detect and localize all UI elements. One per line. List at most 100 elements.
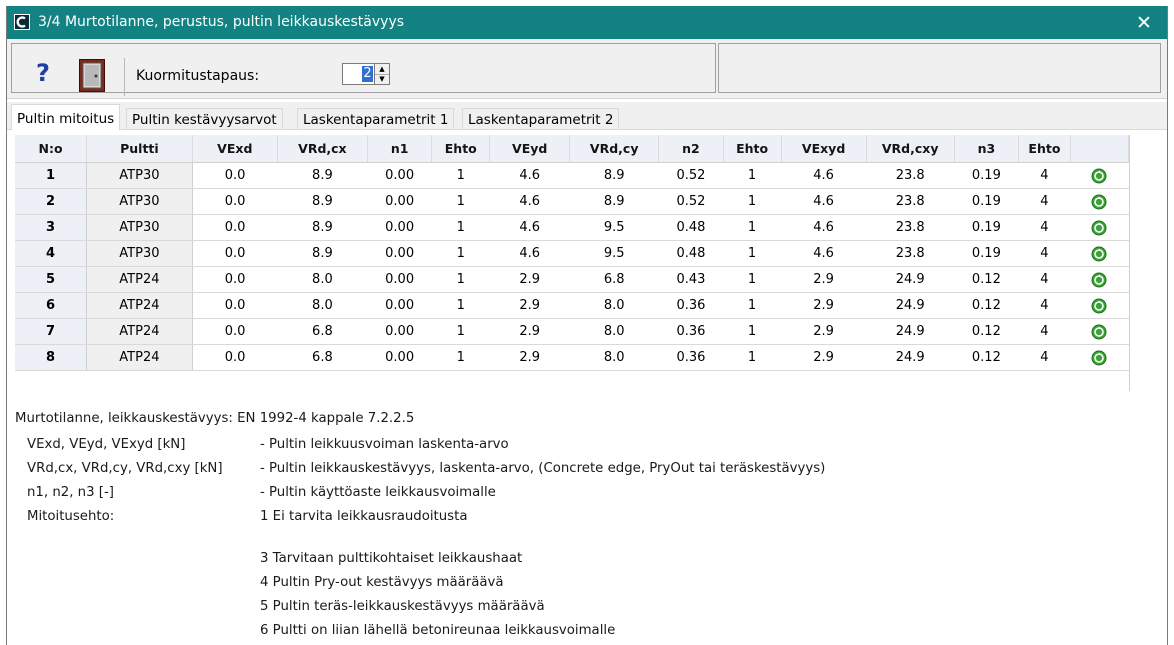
spin-down-icon[interactable]: ▼ bbox=[375, 74, 389, 84]
row-number-cell[interactable]: 7 bbox=[15, 318, 88, 345]
grid-cell[interactable]: 6.8 bbox=[277, 318, 368, 345]
bolt-type-cell[interactable]: ATP24 bbox=[86, 344, 193, 371]
grid-header-cell[interactable]: n3 bbox=[954, 135, 1020, 163]
title-bar[interactable]: 3/4 Murtotilanne, perustus, pultin leikk… bbox=[7, 6, 1167, 39]
grid-cell[interactable]: 24.9 bbox=[866, 318, 955, 345]
grid-cell[interactable]: 1 bbox=[431, 188, 490, 215]
grid-header-cell[interactable]: VEyd bbox=[489, 135, 571, 163]
grid-cell[interactable]: 8.0 bbox=[569, 318, 659, 345]
grid-cell[interactable]: 0.52 bbox=[658, 188, 724, 215]
grid-cell[interactable]: 4.6 bbox=[489, 162, 570, 189]
grid-cell[interactable]: 23.8 bbox=[866, 162, 955, 189]
grid-cell[interactable]: 8.9 bbox=[569, 188, 659, 215]
grid-cell[interactable]: 0.48 bbox=[658, 240, 724, 267]
grid-header-cell[interactable]: VRd,cx bbox=[277, 135, 368, 163]
grid-cell[interactable]: 0.12 bbox=[954, 318, 1019, 345]
bolt-type-cell[interactable]: ATP30 bbox=[86, 240, 193, 267]
grid-cell[interactable]: 4 bbox=[1018, 162, 1071, 189]
grid-cell[interactable]: 24.9 bbox=[866, 266, 955, 293]
table-row[interactable]: 6 ATP24 0.0 8.0 0.00 1 2.9 8.0 0.36 1 2.9 24.9 0.12 4 bbox=[15, 292, 1129, 319]
grid-cell[interactable]: 1 bbox=[723, 344, 782, 371]
grid-cell[interactable]: 1 bbox=[723, 162, 782, 189]
grid-cell[interactable]: 0.0 bbox=[192, 344, 278, 371]
grid-cell[interactable]: 9.5 bbox=[569, 214, 659, 241]
grid-cell[interactable]: 1 bbox=[723, 266, 782, 293]
grid-cell[interactable]: 1 bbox=[431, 214, 490, 241]
table-row[interactable]: 3 ATP30 0.0 8.9 0.00 1 4.6 9.5 0.48 1 4.6 23.8 0.19 4 bbox=[15, 214, 1129, 241]
table-row[interactable]: 2 ATP30 0.0 8.9 0.00 1 4.6 8.9 0.52 1 4.6 23.8 0.19 4 bbox=[15, 188, 1129, 215]
grid-cell[interactable]: 2.9 bbox=[781, 318, 867, 345]
grid-cell[interactable]: 23.8 bbox=[866, 188, 955, 215]
grid-cell[interactable]: 8.9 bbox=[569, 162, 659, 189]
table-row[interactable]: 4 ATP30 0.0 8.9 0.00 1 4.6 9.5 0.48 1 4.6 23.8 0.19 4 bbox=[15, 240, 1129, 267]
grid-header-cell[interactable]: n1 bbox=[367, 135, 433, 163]
grid-cell[interactable]: 8.0 bbox=[277, 292, 368, 319]
close-button[interactable]: ✕ bbox=[1121, 6, 1167, 39]
grid-header-cell[interactable]: Ehto bbox=[431, 135, 491, 163]
grid-cell[interactable]: 8.9 bbox=[277, 214, 368, 241]
grid-cell[interactable]: 0.0 bbox=[192, 162, 278, 189]
grid-cell[interactable]: 0.48 bbox=[658, 214, 724, 241]
grid-header-cell[interactable]: VRd,cy bbox=[569, 135, 660, 163]
row-number-cell[interactable]: 5 bbox=[15, 266, 88, 293]
grid-cell[interactable]: 8.9 bbox=[277, 162, 368, 189]
grid-cell[interactable]: 8.0 bbox=[569, 292, 659, 319]
grid-header-cell[interactable]: Pultti bbox=[86, 135, 193, 163]
grid-cell[interactable]: 2.9 bbox=[489, 318, 570, 345]
grid-cell[interactable]: 0.19 bbox=[954, 214, 1019, 241]
grid-cell[interactable]: 0.43 bbox=[658, 266, 724, 293]
grid-cell[interactable]: 0.00 bbox=[367, 162, 432, 189]
row-number-cell[interactable]: 3 bbox=[15, 214, 88, 241]
grid-cell[interactable]: 1 bbox=[431, 240, 490, 267]
grid-cell[interactable]: 2.9 bbox=[781, 266, 867, 293]
grid-cell[interactable]: 4.6 bbox=[489, 214, 570, 241]
grid-cell[interactable]: 23.8 bbox=[866, 214, 955, 241]
grid-cell[interactable]: 4 bbox=[1018, 318, 1071, 345]
grid-cell[interactable]: 8.0 bbox=[569, 344, 659, 371]
tab-pultin-kestavyysarvot[interactable]: Pultin kestävyysarvot bbox=[126, 108, 283, 130]
grid-header-cell[interactable]: VExyd bbox=[781, 135, 867, 163]
grid-cell[interactable]: 1 bbox=[723, 240, 782, 267]
grid-cell[interactable]: 4 bbox=[1018, 240, 1071, 267]
grid-cell[interactable]: 0.00 bbox=[367, 344, 432, 371]
grid-cell[interactable]: 2.9 bbox=[781, 344, 867, 371]
grid-cell[interactable]: 4.6 bbox=[781, 214, 867, 241]
row-number-cell[interactable]: 6 bbox=[15, 292, 88, 319]
grid-cell[interactable]: 1 bbox=[723, 214, 782, 241]
grid-cell[interactable]: 0.00 bbox=[367, 266, 432, 293]
grid-cell[interactable]: 1 bbox=[723, 318, 782, 345]
grid-cell[interactable]: 1 bbox=[431, 162, 490, 189]
grid-cell[interactable]: 0.0 bbox=[192, 214, 278, 241]
grid-header-cell[interactable]: n2 bbox=[658, 135, 724, 163]
grid-cell[interactable]: 0.00 bbox=[367, 318, 432, 345]
grid-cell[interactable]: 0.12 bbox=[954, 292, 1019, 319]
grid-cell[interactable]: 4 bbox=[1018, 188, 1071, 215]
tab-laskentaparametrit-1[interactable]: Laskentaparametrit 1 bbox=[297, 108, 455, 130]
grid-header-cell[interactable]: Ehto bbox=[1018, 135, 1071, 163]
grid-header-cell[interactable]: Ehto bbox=[723, 135, 782, 163]
grid-cell[interactable]: 2.9 bbox=[489, 344, 570, 371]
grid-cell[interactable]: 1 bbox=[723, 188, 782, 215]
grid-cell[interactable]: 6.8 bbox=[569, 266, 659, 293]
exit-door-icon[interactable] bbox=[79, 59, 105, 92]
grid-cell[interactable]: 0.0 bbox=[192, 292, 278, 319]
tab-pultin-mitoitus[interactable]: Pultin mitoitus bbox=[11, 104, 121, 130]
grid-cell[interactable]: 0.00 bbox=[367, 292, 432, 319]
row-number-cell[interactable]: 4 bbox=[15, 240, 88, 267]
grid-header-cell[interactable] bbox=[1070, 135, 1130, 163]
grid-cell[interactable]: 8.0 bbox=[277, 266, 368, 293]
grid-cell[interactable]: 1 bbox=[431, 344, 490, 371]
grid-cell[interactable]: 4.6 bbox=[489, 240, 570, 267]
grid-cell[interactable]: 4 bbox=[1018, 266, 1071, 293]
tab-laskentaparametrit-2[interactable]: Laskentaparametrit 2 bbox=[462, 108, 620, 130]
table-row[interactable]: 1 ATP30 0.0 8.9 0.00 1 4.6 8.9 0.52 1 4.6 23.8 0.19 4 bbox=[15, 162, 1129, 189]
grid-cell[interactable]: 23.8 bbox=[866, 240, 955, 267]
grid-cell[interactable]: 0.19 bbox=[954, 188, 1019, 215]
grid-cell[interactable]: 0.0 bbox=[192, 318, 278, 345]
grid-cell[interactable]: 4 bbox=[1018, 292, 1071, 319]
row-number-cell[interactable]: 1 bbox=[15, 162, 88, 189]
grid-cell[interactable]: 4.6 bbox=[781, 162, 867, 189]
table-row[interactable]: 5 ATP24 0.0 8.0 0.00 1 2.9 6.8 0.43 1 2.9 24.9 0.12 4 bbox=[15, 266, 1129, 293]
grid-cell[interactable]: 1 bbox=[431, 318, 490, 345]
grid-cell[interactable]: 2.9 bbox=[489, 292, 570, 319]
